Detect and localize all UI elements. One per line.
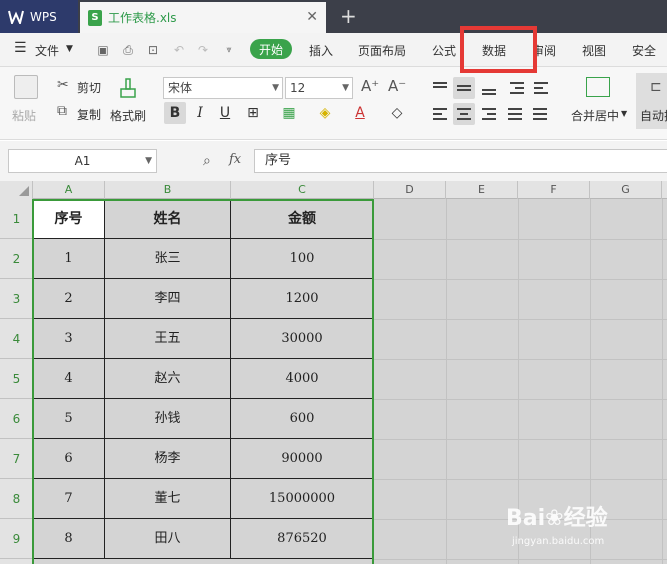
fill-style-icon[interactable]: ▦ [278,102,300,124]
auto-wrap-label: 自动换 [640,109,667,123]
borders-icon[interactable]: ⊞ [242,102,264,124]
selection-border [32,199,374,564]
increase-indent-icon[interactable] [530,77,552,99]
font-name-value: 宋体 [168,81,193,95]
menu-file[interactable]: 文件 [35,42,59,59]
menu-bar: ☰ 文件 ▼ ▣ ⎙ ⊡ ↶ ↷ ⩔ 开始 插入 页面布局 公式 数据 审阅 视… [0,33,667,67]
new-tab-button[interactable]: + [340,4,357,28]
format-painter-icon[interactable] [118,77,138,101]
redo-icon[interactable]: ↷ [196,43,210,57]
scissors-icon[interactable]: ✂ [57,77,69,93]
row-header-8[interactable]: 8 [0,479,33,519]
align-center-icon[interactable] [453,103,475,125]
chevron-down-icon: ▼ [272,83,279,93]
font-size-value: 12 [290,81,306,95]
save-icon[interactable]: ▣ [96,43,110,57]
highlight-annotation [460,26,537,73]
font-name-select[interactable]: 宋体 ▼ [163,77,283,99]
watermark-url: jingyan.baidu.com [512,536,605,547]
watermark-logo: Bai❀经验 [506,506,608,531]
copy-label[interactable]: 复制 [77,106,101,123]
chevron-down-icon[interactable]: ▼ [621,109,627,118]
increase-font-icon[interactable]: A⁺ [361,77,379,95]
row-header-5[interactable]: 5 [0,359,33,399]
row-header-4[interactable]: 4 [0,319,33,359]
row-header-7[interactable]: 7 [0,439,33,479]
tab-view[interactable]: 视图 [582,42,606,59]
fill-color-icon[interactable]: ◈ [314,102,336,124]
formula-bar: A1 ▼ ⌕ fx 序号 [0,141,667,181]
decrease-indent-icon[interactable] [506,77,528,99]
copy-icon[interactable]: ⧉ [57,103,67,119]
row-header-2[interactable]: 2 [0,239,33,279]
ribbon-toolbar: 粘贴 ✂ 剪切 ⧉ 复制 格式刷 宋体 ▼ 12 ▼ A⁺ A⁻ B I U ⊞… [0,67,667,140]
select-all-corner[interactable] [0,181,33,199]
align-right-icon[interactable] [478,103,500,125]
column-header-row: A B C D E F G [0,181,667,199]
name-box[interactable]: A1 ▼ [8,149,157,173]
fx-icon[interactable]: fx [229,152,241,167]
column-header-f[interactable]: F [518,181,590,199]
justify-icon[interactable] [504,103,526,125]
spreadsheet-file-icon: S [88,9,102,26]
wrap-icon: ⊏ [650,79,662,95]
formula-input[interactable]: 序号 [254,149,667,173]
cut-label[interactable]: 剪切 [77,79,101,96]
align-left-icon[interactable] [429,103,451,125]
row-header-3[interactable]: 3 [0,279,33,319]
paste-label[interactable]: 粘贴 [12,107,36,124]
tab-start[interactable]: 开始 [250,39,292,59]
italic-icon[interactable]: I [189,102,211,124]
row-header-9[interactable]: 9 [0,519,33,559]
merge-center-label[interactable]: 合并居中 [571,107,619,124]
print-preview-icon[interactable]: ⊡ [146,43,160,57]
row-header-column: 1 2 3 4 5 6 7 8 9 [0,199,33,564]
align-top-icon[interactable] [429,77,451,99]
underline-icon[interactable]: U [214,102,236,124]
document-title: 工作表格.xls [108,11,177,25]
paste-icon[interactable] [14,75,38,99]
zoom-icon[interactable]: ⌕ [203,153,211,169]
merge-center-icon[interactable] [586,77,610,97]
print-icon[interactable]: ⎙ [121,43,135,57]
font-color-icon[interactable]: A [349,102,371,124]
tab-security[interactable]: 安全 [632,42,656,59]
decrease-font-icon[interactable]: A⁻ [388,77,406,95]
column-header-a[interactable]: A [33,181,105,199]
undo-icon[interactable]: ↶ [172,43,186,57]
column-header-e[interactable]: E [446,181,518,199]
column-header-c[interactable]: C [231,181,374,199]
chevron-down-icon[interactable]: ▼ [66,44,73,54]
hamburger-icon[interactable]: ☰ [14,40,27,56]
name-box-value: A1 [74,154,91,168]
eraser-icon[interactable]: ◇ [386,102,408,124]
column-header-g[interactable]: G [590,181,662,199]
column-header-b[interactable]: B [105,181,231,199]
document-tab[interactable]: S 工作表格.xls ✕ [80,2,326,33]
row-header-1[interactable]: 1 [0,199,33,239]
auto-wrap-button[interactable]: 自动换 ⊏ [636,73,667,129]
app-name: WPS [30,9,57,24]
close-tab-icon[interactable]: ✕ [306,9,318,25]
font-size-select[interactable]: 12 ▼ [285,77,353,99]
chevron-down-icon: ▼ [145,156,152,166]
align-bottom-icon[interactable] [478,77,500,99]
row-header-6[interactable]: 6 [0,399,33,439]
quick-access-more-icon[interactable]: ⩔ [222,43,236,57]
chevron-down-icon: ▼ [342,83,349,93]
tab-page-layout[interactable]: 页面布局 [358,42,406,59]
bold-icon[interactable]: B [164,102,186,124]
tab-insert[interactable]: 插入 [309,42,333,59]
format-painter-label[interactable]: 格式刷 [110,107,146,124]
wps-logo-icon [8,10,24,24]
align-middle-icon[interactable] [453,77,475,99]
wps-home-tab[interactable]: WPS [0,0,78,33]
distributed-align-icon[interactable] [529,103,551,125]
tab-formula[interactable]: 公式 [432,42,456,59]
title-bar: WPS S 工作表格.xls ✕ + [0,0,667,33]
column-header-d[interactable]: D [374,181,446,199]
